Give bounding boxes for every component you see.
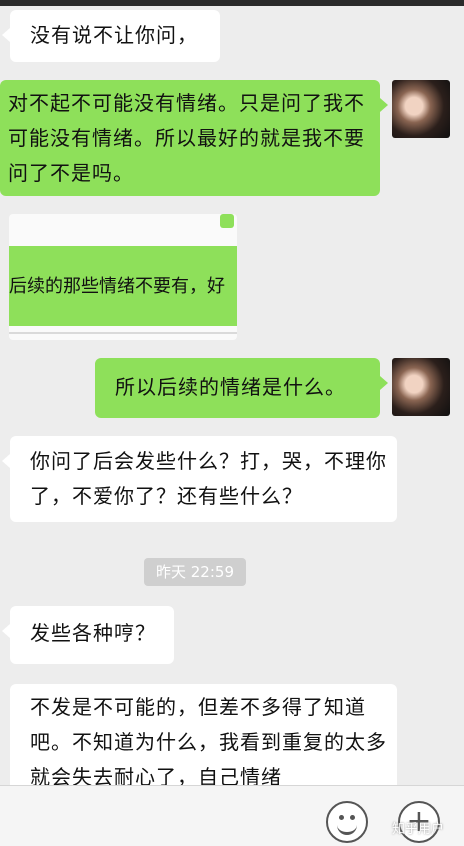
watermark: 知乎用户 (392, 822, 445, 837)
smiley-eye (339, 815, 344, 820)
message-bubble-incoming[interactable]: 发些各种哼？ (2, 606, 174, 664)
smiley-icon[interactable] (326, 801, 368, 843)
quote-text: 后续的那些情绪不要有，好 (9, 276, 225, 297)
quote-corner-marker (220, 214, 234, 228)
timestamp: 昨天 22:59 (144, 558, 246, 586)
message-bubble-outgoing[interactable]: 对不起不可能没有情绪。只是问了我不可能没有情绪。所以最好的就是我不要问了不是吗。 (0, 80, 388, 196)
message-bubble-incoming[interactable]: 你问了后会发些什么？打，哭，不理你了，不爱你了？还有些什么？ (2, 436, 397, 522)
quoted-message-image[interactable]: 后续的那些情绪不要有，好 (9, 214, 237, 340)
message-bubble-incoming[interactable]: 没有说不让你问， (2, 10, 220, 62)
quote-divider (9, 332, 237, 334)
message-bubble-outgoing[interactable]: 所以后续的情绪是什么。 (95, 358, 388, 418)
avatar-self[interactable] (392, 80, 450, 138)
status-bar (0, 0, 464, 6)
smiley-mouth (337, 821, 357, 835)
smiley-eye (350, 815, 355, 820)
avatar-self[interactable] (392, 358, 450, 416)
